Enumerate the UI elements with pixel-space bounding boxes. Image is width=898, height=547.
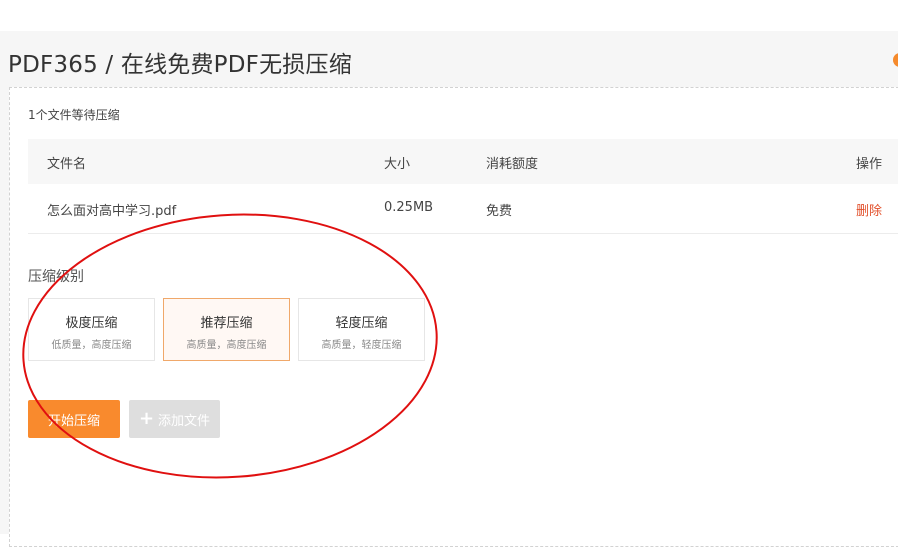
option-description: 高质量，轻度压缩	[321, 340, 402, 351]
option-name: 极度压缩	[65, 316, 118, 331]
waiting-count-text: 1个文件等待压缩	[28, 108, 120, 122]
column-header-quota: 消耗额度	[486, 157, 539, 172]
start-compress-button[interactable]: 开始压缩	[28, 400, 120, 438]
table-row-divider	[28, 233, 898, 234]
option-name: 轻度压缩	[335, 316, 388, 331]
file-size-cell: 0.25MB	[384, 200, 434, 215]
add-file-label: 添加文件	[158, 413, 211, 429]
browser-top-area	[0, 0, 898, 31]
option-description: 低质量，高度压缩	[51, 340, 132, 351]
table-header	[28, 139, 898, 184]
column-header-filename: 文件名	[47, 157, 87, 172]
option-description: 高质量，高度压缩	[186, 340, 267, 351]
column-header-size: 大小	[384, 157, 411, 172]
column-header-action: 操作	[856, 157, 883, 172]
file-quota-cell: 免费	[486, 204, 513, 219]
option-name: 推荐压缩	[200, 316, 253, 331]
file-name-cell: 怎么面对高中学习.pdf	[47, 204, 177, 219]
compression-option-light[interactable]: 轻度压缩 高质量，轻度压缩	[298, 298, 425, 361]
plus-icon: +	[138, 408, 155, 429]
compression-level-label: 压缩级别	[28, 269, 84, 285]
delete-file-link[interactable]: 删除	[856, 200, 882, 219]
compression-option-extreme[interactable]: 极度压缩 低质量，高度压缩	[28, 298, 155, 361]
compression-option-recommended[interactable]: 推荐压缩 高质量，高度压缩	[163, 298, 290, 361]
add-file-button[interactable]: + 添加文件	[129, 400, 220, 438]
page-title: PDF365 / 在线免费PDF无损压缩	[8, 52, 352, 78]
